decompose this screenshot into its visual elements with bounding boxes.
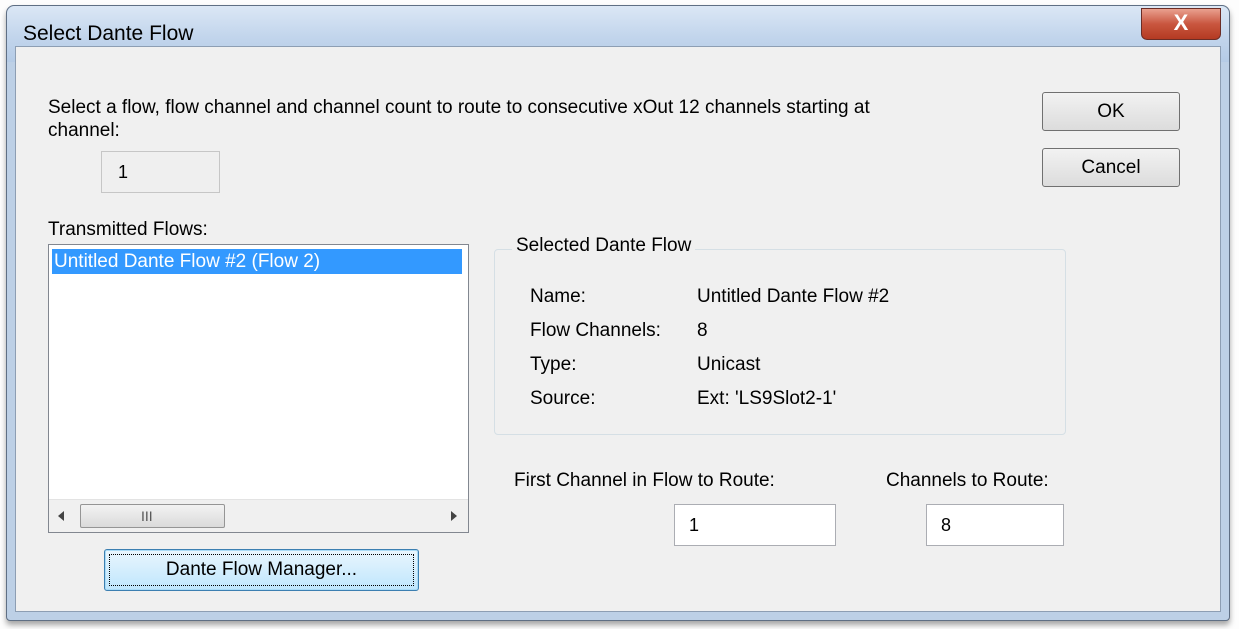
first-channel-input[interactable]: 1 xyxy=(674,504,836,546)
type-label: Type: xyxy=(530,354,577,375)
start-channel-value: 1 xyxy=(118,162,129,182)
list-item[interactable]: Untitled Dante Flow #2 (Flow 2) xyxy=(52,249,462,274)
flow-channels-label: Flow Channels: xyxy=(530,320,661,341)
name-label: Name: xyxy=(530,286,586,307)
close-icon: X xyxy=(1173,10,1189,35)
scrollbar-grip-icon: III xyxy=(141,508,153,524)
transmitted-flows-label: Transmitted Flows: xyxy=(48,219,208,240)
transmitted-flows-list[interactable]: Untitled Dante Flow #2 (Flow 2) III xyxy=(48,244,469,533)
instruction-line-1: Select a flow, flow channel and channel … xyxy=(48,97,870,118)
instruction-line-2: channel: xyxy=(48,120,120,141)
start-channel-field: 1 xyxy=(101,151,220,193)
first-channel-label: First Channel in Flow to Route: xyxy=(514,470,775,491)
scroll-right-icon[interactable] xyxy=(446,508,462,524)
channels-to-route-input[interactable]: 8 xyxy=(926,504,1064,546)
close-button[interactable]: X xyxy=(1141,8,1221,40)
flow-channels-value: 8 xyxy=(697,320,708,341)
name-value: Untitled Dante Flow #2 xyxy=(697,286,890,307)
channels-to-route-label: Channels to Route: xyxy=(886,470,1049,491)
cancel-button[interactable]: Cancel xyxy=(1042,148,1180,187)
focus-rectangle xyxy=(109,554,414,586)
scrollbar-thumb[interactable]: III xyxy=(80,504,225,528)
dialog-window: Select Dante Flow X Select a flow, flow … xyxy=(6,5,1230,621)
dante-flow-manager-button[interactable]: Dante Flow Manager... xyxy=(104,549,419,591)
selected-flow-legend: Selected Dante Flow xyxy=(512,235,696,257)
first-channel-value: 1 xyxy=(689,515,700,535)
type-value: Unicast xyxy=(697,354,761,375)
scroll-left-icon[interactable] xyxy=(53,508,69,524)
dialog-body: Select a flow, flow channel and channel … xyxy=(15,46,1221,612)
channels-to-route-value: 8 xyxy=(941,515,952,535)
source-value: Ext: 'LS9Slot2-1' xyxy=(697,388,837,409)
ok-button[interactable]: OK xyxy=(1042,92,1180,131)
window-title: Select Dante Flow xyxy=(23,22,194,45)
horizontal-scrollbar[interactable]: III xyxy=(49,499,468,532)
instruction-text: Select a flow, flow channel and channel … xyxy=(48,96,1048,142)
source-label: Source: xyxy=(530,388,596,409)
